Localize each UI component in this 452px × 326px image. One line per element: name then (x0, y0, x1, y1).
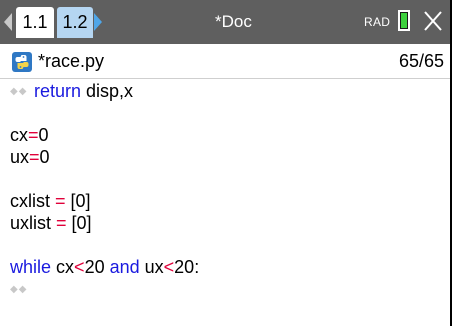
document-toolbar: 1.1 1.2 *Doc RAD (0, 0, 450, 44)
code-token: disp,x (81, 81, 134, 101)
operator-token: < (163, 257, 175, 277)
python-icon (12, 52, 32, 72)
code-editor[interactable]: ◆◆ return disp,x cx=0 ux=0 cxlist = [0] u… (0, 79, 450, 326)
code-token: 20: (174, 257, 200, 277)
line-counter: 65/65 (398, 51, 444, 71)
code-token: cx (51, 257, 75, 277)
keyword-token: return (34, 81, 82, 101)
keyword-token: while (10, 257, 52, 277)
operator-token: = (28, 125, 39, 145)
code-token: [0] (65, 191, 91, 211)
code-line[interactable]: ◆◆ return disp,x (10, 80, 133, 102)
code-token: ux (139, 257, 164, 277)
code-line-cursor[interactable]: ◆◆ (10, 278, 34, 300)
previous-page-arrow-icon[interactable] (4, 13, 12, 31)
code-token: 0 (39, 147, 50, 167)
operator-token: < (74, 257, 85, 277)
operator-token: = (29, 147, 40, 167)
code-token: cxlist (10, 191, 55, 211)
battery-icon (398, 10, 410, 31)
code-token: uxlist (10, 213, 57, 233)
calculator-screen: 1.1 1.2 *Doc RAD *race.py 65/65 ◆◆ return… (0, 0, 452, 326)
code-token: ux (10, 147, 30, 167)
battery-level-fill (401, 13, 407, 28)
indent-marker: ◆◆ (10, 86, 28, 98)
file-name: *race.py (38, 51, 105, 71)
operator-token: = (55, 191, 66, 211)
code-line[interactable]: ux=0 (10, 146, 50, 168)
code-token: [0] (66, 213, 92, 233)
close-icon[interactable] (422, 9, 444, 33)
indent-marker: ◆◆ (10, 284, 28, 296)
code-token: 0 (38, 125, 49, 145)
tab-page-1-2[interactable]: 1.2 (57, 7, 93, 38)
document-title: *Doc (215, 12, 252, 31)
code-line[interactable]: while cx<20 and ux<20: (10, 256, 199, 278)
code-token: 20 (84, 257, 110, 277)
code-token: cx (10, 125, 28, 145)
angle-mode-indicator: RAD (364, 15, 391, 29)
operator-token: = (56, 213, 67, 233)
editor-file-header: *race.py 65/65 (0, 44, 450, 79)
code-line[interactable]: cx=0 (10, 124, 49, 146)
tab-page-1-1[interactable]: 1.1 (16, 7, 54, 38)
code-line[interactable]: cxlist = [0] (10, 190, 91, 212)
code-line[interactable]: uxlist = [0] (10, 212, 92, 234)
next-page-arrow-icon[interactable] (94, 13, 102, 31)
keyword-token: and (109, 257, 140, 277)
